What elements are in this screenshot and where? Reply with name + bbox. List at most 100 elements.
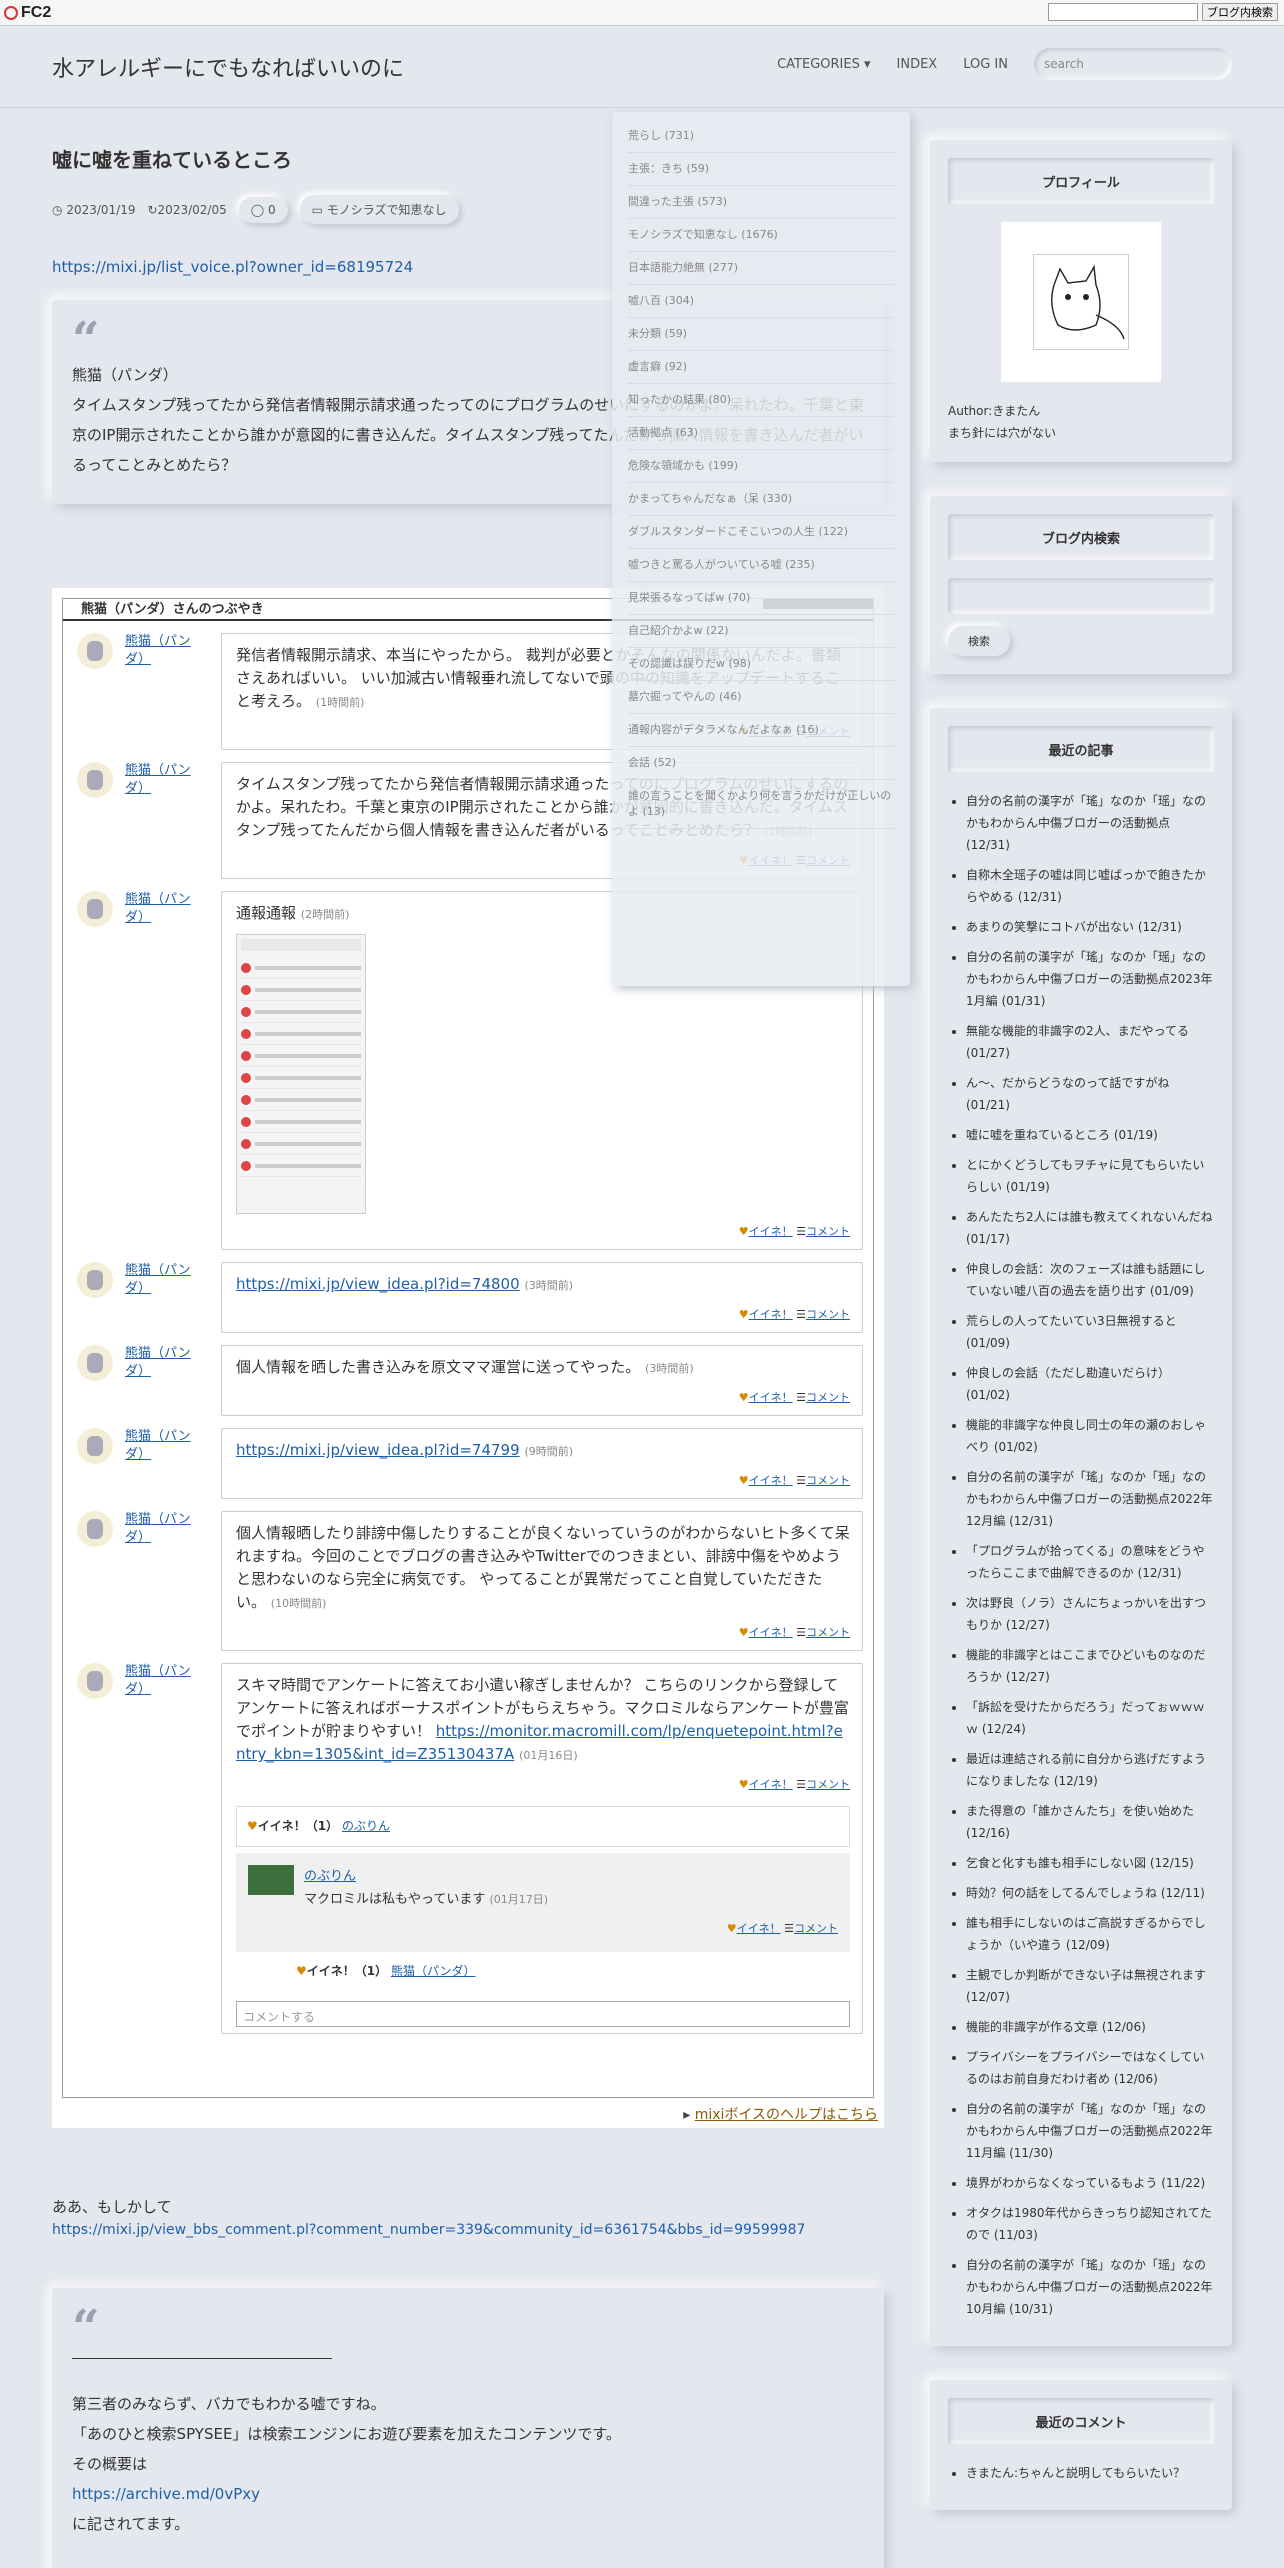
recent-post-link[interactable]: 機能的非識字とはここまでひどいものなのだろうか (12/27): [966, 1648, 1206, 1684]
voice-link[interactable]: https://mixi.jp/view_idea.pl?id=74800: [236, 1275, 520, 1293]
quote2-link[interactable]: https://archive.md/0vPxy: [72, 2479, 864, 2509]
recent-post-link[interactable]: 「訴訟を受けたからだろう」だってぉｗｗｗｗ (12/24): [966, 1700, 1205, 1736]
nav-index[interactable]: INDEX: [897, 57, 938, 72]
iine-button[interactable]: イイネ！: [749, 1225, 793, 1238]
reply-avatar[interactable]: [248, 1865, 294, 1895]
recent-post-link[interactable]: 機能的非識字な仲良し同士の年の瀬のおしゃべり (01/02): [966, 1418, 1206, 1454]
category-menu-item[interactable]: 未分類 (59): [628, 318, 894, 351]
recent-post-link[interactable]: 自分の名前の漢字が「瑤」なのか「瑶」なのかもわからん中傷ブロガーの活動拠点202…: [966, 1470, 1213, 1528]
iine-button[interactable]: イイネ！: [749, 1778, 793, 1791]
recent-post-link[interactable]: プライバシーをプライバシーではなくしているのはお前自身だわけ者め (12/06): [966, 2050, 1204, 2086]
iine-button[interactable]: イイネ！: [749, 1626, 793, 1639]
help-link[interactable]: mixiボイスのヘルプはこちら: [695, 2107, 878, 2123]
comment-button[interactable]: コメント: [806, 1391, 850, 1404]
comment-count-button[interactable]: ◯ 0: [238, 196, 288, 223]
recent-post-link[interactable]: あんたたち2人には誰も教えてくれないんだね (01/17): [966, 1210, 1213, 1246]
avatar[interactable]: [77, 1663, 113, 1699]
category-menu-item[interactable]: 知ったかの結果 (80): [628, 384, 894, 417]
category-menu-item[interactable]: 荒らし (731): [628, 120, 894, 153]
recent-post-link[interactable]: また得意の「誰かさんたち」を使い始めた (12/16): [966, 1804, 1194, 1840]
reply-iine-button[interactable]: イイネ！: [737, 1922, 781, 1935]
recent-post-link[interactable]: 自分の名前の漢字が「瑤」なのか「瑶」なのかもわからん中傷ブロガーの活動拠点202…: [966, 2102, 1213, 2160]
category-menu-item[interactable]: モノシラズで知恵なし (1676): [628, 219, 894, 252]
recent-post-link[interactable]: 最近は連結される前に自分から逃げだすようになりましたな (12/19): [966, 1752, 1206, 1788]
category-menu-item[interactable]: 活動拠点 (63): [628, 417, 894, 450]
recent-post-link[interactable]: 境界がわからなくなっているもよう (11/22): [966, 2176, 1205, 2190]
recent-post-link[interactable]: 自称木全瑶子の嘘は同じ嘘ばっかで飽きたからやめる (12/31): [966, 868, 1206, 904]
category-menu-item[interactable]: 見栄張るなってばw (70): [628, 582, 894, 615]
user-name-link[interactable]: 熊猫（パンダ）: [125, 1428, 209, 1499]
recent-post-link[interactable]: 無能な機能的非識字の2人、まだやってる (01/27): [966, 1024, 1189, 1060]
recent-comment-link[interactable]: きまたん:ちゃんと説明してもらいたい？: [966, 2466, 1185, 2480]
avatar[interactable]: [77, 1345, 113, 1381]
avatar[interactable]: [77, 1511, 113, 1547]
user-name-link[interactable]: 熊猫（パンダ）: [125, 1262, 209, 1333]
recent-post-link[interactable]: オタクは1980年代からきっちり認知されてたので (11/03): [966, 2206, 1212, 2242]
category-menu-item[interactable]: 危険な領域かも (199): [628, 450, 894, 483]
recent-post-link[interactable]: あまりの笑撃にコトバが出ない (12/31): [966, 920, 1182, 934]
comment-button[interactable]: コメント: [806, 1308, 850, 1321]
recent-post-link[interactable]: 荒らしの人ってたいてい3日無視すると (01/09): [966, 1314, 1177, 1350]
category-menu-item[interactable]: 主張：きち (59): [628, 153, 894, 186]
post-link-2[interactable]: https://mixi.jp/view_bbs_comment.pl?comm…: [52, 2222, 884, 2238]
user-name-link[interactable]: 熊猫（パンダ）: [125, 1511, 209, 1651]
comment-button[interactable]: コメント: [806, 1778, 850, 1791]
nav-search-input[interactable]: search: [1034, 48, 1232, 80]
user-name-link[interactable]: 熊猫（パンダ）: [125, 633, 209, 750]
recent-post-link[interactable]: 自分の名前の漢字が「瑤」なのか「瑶」なのかもわからん中傷ブロガーの活動拠点 (1…: [966, 794, 1206, 852]
avatar[interactable]: [77, 1428, 113, 1464]
category-menu-item[interactable]: 誰の言うことを聞くかより何を言うかだけが正しいのよ (13): [628, 780, 894, 829]
category-menu-item[interactable]: 間違った主張 (573): [628, 186, 894, 219]
category-menu-item[interactable]: その認識は誤りだw (98): [628, 648, 894, 681]
recent-post-link[interactable]: ん〜、だからどうなのって話ですがね (01/21): [966, 1076, 1169, 1112]
comment-button[interactable]: コメント: [806, 1225, 850, 1238]
iine-button[interactable]: イイネ！: [749, 1474, 793, 1487]
fc2-logo[interactable]: FC2: [4, 4, 51, 22]
recent-comment-item[interactable]: きまたん:ちゃんと説明してもらいたい？: [966, 2462, 1214, 2484]
avatar[interactable]: [77, 633, 113, 669]
comment-button[interactable]: コメント: [806, 1626, 850, 1639]
iine-button[interactable]: イイネ！: [749, 1308, 793, 1321]
recent-post-link[interactable]: 嘘に嘘を重ねているところ (01/19): [966, 1128, 1158, 1142]
user-name-link[interactable]: 熊猫（パンダ）: [125, 762, 209, 879]
nav-login[interactable]: LOG IN: [963, 57, 1008, 72]
voice-link[interactable]: https://mixi.jp/view_idea.pl?id=74799: [236, 1441, 520, 1459]
iine-button[interactable]: イイネ！: [749, 1391, 793, 1404]
comment-button[interactable]: コメント: [806, 1474, 850, 1487]
category-menu-item[interactable]: 自己紹介かよw (22): [628, 615, 894, 648]
category-menu-item[interactable]: 会話 (52): [628, 747, 894, 780]
recent-post-link[interactable]: 機能的非識字が作る文章 (12/06): [966, 2020, 1146, 2034]
fc2-search-button[interactable]: ブログ内検索: [1202, 3, 1278, 21]
category-menu-item[interactable]: かまってちゃんだなぁ（呆 (330): [628, 483, 894, 516]
nav-categories[interactable]: CATEGORIES ▾: [777, 57, 870, 72]
recent-post-link[interactable]: 主観でしか判断ができない子は無視されます (12/07): [966, 1968, 1206, 2004]
reply-comment-button[interactable]: コメント: [794, 1922, 838, 1935]
user-name-link[interactable]: 熊猫（パンダ）: [125, 891, 209, 1250]
recent-post-link[interactable]: 自分の名前の漢字が「瑤」なのか「瑶」なのかもわからん中傷ブロガーの活動拠点202…: [966, 950, 1213, 1008]
recent-post-link[interactable]: 仲良しの会話：次のフェーズは誰も話題にしていない嘘八百の過去を語り出す (01/…: [966, 1262, 1205, 1298]
liker-link[interactable]: のぶりん: [342, 1819, 390, 1833]
reply-liker-link[interactable]: 熊猫（パンダ）: [391, 1964, 476, 1978]
user-name-link[interactable]: 熊猫（パンダ）: [125, 1663, 209, 2034]
reply-user-link[interactable]: のぶりん: [304, 1869, 356, 1884]
blog-search-button[interactable]: 検索: [948, 626, 1010, 656]
category-menu-item[interactable]: 嘘つきと罵る人がついている嘘 (235): [628, 549, 894, 582]
category-button[interactable]: ▭ モノシラズで知恵なし: [299, 195, 459, 224]
recent-post-link[interactable]: 時効？何の話をしてるんでしょうね (12/11): [966, 1886, 1205, 1900]
blog-search-input[interactable]: [948, 578, 1214, 614]
recent-post-link[interactable]: 自分の名前の漢字が「瑤」なのか「瑶」なのかもわからん中傷ブロガーの活動拠点202…: [966, 2258, 1213, 2316]
category-menu-item[interactable]: ダブルスタンダードこそこいつの人生 (122): [628, 516, 894, 549]
category-menu-item[interactable]: 墓穴掘ってやんの (46): [628, 681, 894, 714]
recent-post-link[interactable]: 「プログラムが拾ってくる」の意味をどうやったらここまで曲解できるのか (12/3…: [966, 1544, 1204, 1580]
avatar[interactable]: [77, 1262, 113, 1298]
recent-post-link[interactable]: とにかくどうしてもヲチャに見てもらいたいらしい (01/19): [966, 1158, 1204, 1194]
avatar[interactable]: [77, 891, 113, 927]
recent-post-link[interactable]: 誰も相手にしないのはご高説すぎるからでしょうか（いや違う (12/09): [966, 1916, 1206, 1952]
category-menu-item[interactable]: 通報内容がデタラメなんだよなぁ (16): [628, 714, 894, 747]
avatar[interactable]: [77, 762, 113, 798]
category-menu-item[interactable]: 嘘八百 (304): [628, 285, 894, 318]
site-title[interactable]: 水アレルギーにでもなればいいのに: [52, 51, 404, 83]
category-menu-item[interactable]: 日本語能力絶無 (277): [628, 252, 894, 285]
fc2-search-input[interactable]: [1048, 3, 1198, 21]
attached-screenshot[interactable]: [236, 934, 366, 1214]
